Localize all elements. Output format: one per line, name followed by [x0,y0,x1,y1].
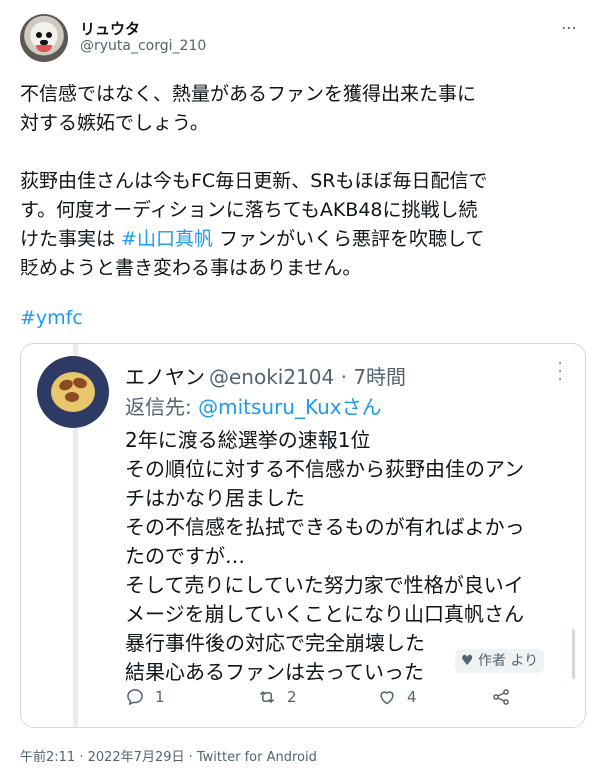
author-handle[interactable]: @ryuta_corgi_210 [80,38,206,54]
avatar-eye-left [36,32,42,38]
avatar-nut [65,392,79,402]
author-display-name[interactable]: リュウタ [80,18,140,39]
reply-to-label: 返信先: [125,395,199,419]
quoted-tweet-card[interactable]: エノヤン @enoki2104 · 7時間 · · · 返信先: @mitsuru_… [20,343,586,728]
quoted-action-bar: 1 2 4 [125,687,545,711]
hashtag-link-yamaguchi[interactable]: #山口真帆 [121,228,213,250]
author-avatar[interactable] [20,14,68,62]
quoted-author-handle-time[interactable]: @enoki2104 · 7時間 [209,361,406,390]
reply-action[interactable]: 1 [125,687,165,707]
like-action[interactable]: 4 [377,687,417,707]
share-icon [493,689,509,705]
tweet-text: 不信感ではなく、熱量があるファンを獲得出来た事に 対する嫉妬でしょう。 荻野由佳… [20,80,582,283]
reply-count: 1 [155,688,165,706]
more-options-icon[interactable]: ⋯ [561,18,578,37]
retweet-count: 2 [287,688,297,706]
tweet-paragraph-1: 不信感ではなく、熱量があるファンを獲得出来た事に 対する嫉妬でしょう。 [20,83,477,134]
avatar-mouth [36,45,52,52]
tweet-header: リュウタ @ryuta_corgi_210 ⋯ [20,14,582,62]
reply-to: 返信先: @mitsuru_Kuxさん [125,391,382,420]
heart-icon [380,691,394,705]
quoted-more-icon[interactable]: · · · [557,355,563,389]
scrollbar[interactable] [572,629,575,679]
reply-icon [127,689,143,706]
quoted-author-avatar[interactable] [37,356,109,428]
author-liked-badge: ♥ 作者 より [455,649,545,673]
reply-to-mention[interactable]: @mitsuru_Kuxさん [198,395,382,419]
quoted-tweet-text: 2年に渡る総選挙の速報1位 その順位に対する不信感から荻野由佳のアン チはかなり… [125,428,525,684]
retweet-icon [259,690,275,704]
quoted-author-name[interactable]: エノヤン [125,361,205,390]
hashtag-link-ymfc[interactable]: #ymfc [20,307,83,329]
tweet-timestamp[interactable]: 午前2:11 · 2022年7月29日 · Twitter for Androi… [20,746,317,765]
share-action[interactable] [491,687,511,707]
avatar-eye-right [46,32,52,38]
like-count: 4 [407,688,417,706]
retweet-action[interactable]: 2 [257,687,297,707]
